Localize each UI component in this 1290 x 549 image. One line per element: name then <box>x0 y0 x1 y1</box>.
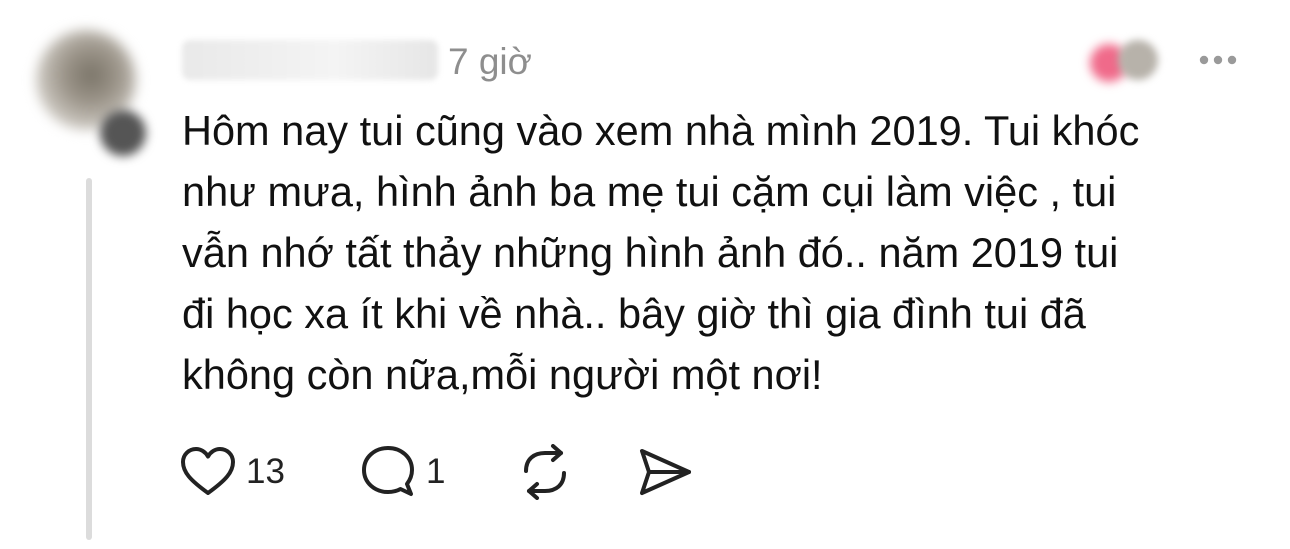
liker-avatar <box>1118 40 1158 80</box>
more-horizontal-icon <box>1199 55 1237 65</box>
reply-count: 1 <box>426 452 446 491</box>
repost-icon <box>524 444 566 500</box>
post-text: Hôm nay tui cũng vào xem nhà mình 2019. … <box>182 107 1140 398</box>
like-button[interactable]: 13 <box>180 440 285 504</box>
reply-button[interactable]: 1 <box>360 440 445 504</box>
more-options-button[interactable] <box>1196 40 1240 80</box>
repost-button[interactable] <box>518 440 572 504</box>
thread-line <box>86 178 92 540</box>
send-icon <box>640 449 691 495</box>
comment-icon <box>362 446 414 496</box>
username-blurred[interactable] <box>182 40 438 80</box>
liker-avatars[interactable] <box>1086 38 1162 82</box>
post-time: 7 giờ <box>448 41 532 82</box>
share-button[interactable] <box>636 440 694 504</box>
avatar-badge <box>100 110 146 156</box>
like-count: 13 <box>246 452 285 491</box>
heart-icon <box>181 447 235 495</box>
